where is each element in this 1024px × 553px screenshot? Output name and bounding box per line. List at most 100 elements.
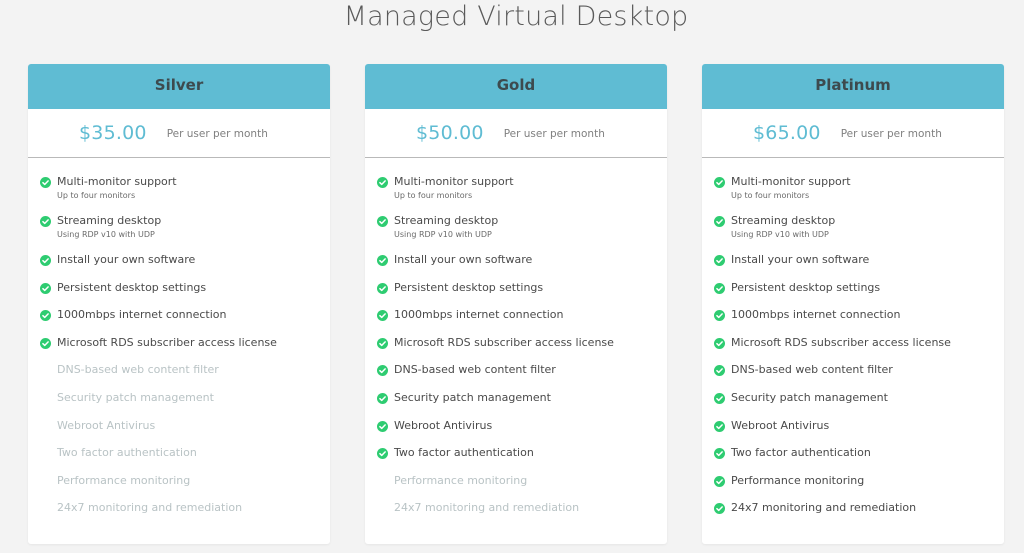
feature-item: Webroot Antivirus <box>28 419 330 447</box>
feature-list: Multi-monitor support Up to four monitors… <box>702 158 1004 529</box>
check-circle-icon <box>377 448 388 460</box>
feature-sublabel: Using RDP v10 with UDP <box>731 230 829 239</box>
feature-item: Microsoft RDS subscriber access license <box>365 336 667 364</box>
plan-card-silver: Silver $35.00 Per user per month Multi-m… <box>28 64 330 544</box>
plan-price-row: $65.00 Per user per month <box>702 109 1004 158</box>
feature-label: Security patch management <box>57 390 214 404</box>
feature-item: Microsoft RDS subscriber access license <box>28 336 330 364</box>
feature-item: Multi-monitor support Up to four monitors <box>702 175 1004 214</box>
check-circle-icon <box>377 310 388 322</box>
feature-item: Two factor authentication <box>365 446 667 474</box>
plan-card-gold: Gold $50.00 Per user per month Multi-mon… <box>365 64 667 544</box>
feature-item: Two factor authentication <box>702 446 1004 474</box>
check-circle-icon <box>714 177 725 188</box>
check-circle-icon <box>714 420 725 432</box>
feature-item: Performance monitoring <box>28 474 330 502</box>
pricing-cards: Silver $35.00 Per user per month Multi-m… <box>0 64 1024 553</box>
feature-label: Multi-monitor support <box>731 175 851 188</box>
feature-item: Security patch management <box>702 391 1004 419</box>
feature-sublabel: Up to four monitors <box>731 191 810 200</box>
feature-sublabel: Using RDP v10 with UDP <box>394 230 492 239</box>
feature-item: Performance monitoring <box>365 474 667 502</box>
plan-name: Platinum <box>702 64 1004 109</box>
feature-label: Install your own software <box>731 253 870 266</box>
feature-item: Security patch management <box>28 391 330 419</box>
feature-label: Two factor authentication <box>57 446 197 460</box>
feature-label: 24x7 monitoring and remediation <box>394 501 580 515</box>
feature-label: Install your own software <box>394 253 533 266</box>
plan-price: $50.00 <box>416 122 484 144</box>
feature-label: 1000mbps internet connection <box>57 308 227 322</box>
check-circle-icon <box>40 177 51 188</box>
plan-period: Per user per month <box>503 127 605 140</box>
feature-label: Microsoft RDS subscriber access license <box>394 335 614 349</box>
check-circle-icon <box>377 337 388 349</box>
feature-label: Security patch management <box>731 390 888 404</box>
feature-label: Multi-monitor support <box>394 175 514 188</box>
check-circle-icon <box>40 282 51 294</box>
feature-label: Streaming desktop <box>57 214 162 227</box>
check-circle-icon <box>714 392 725 404</box>
feature-label: Persistent desktop settings <box>57 280 207 294</box>
page-title: Managed Virtual Desktop <box>343 1 689 32</box>
check-circle-icon <box>377 282 388 294</box>
feature-label: DNS-based web content filter <box>394 363 556 377</box>
check-circle-icon <box>377 255 388 266</box>
feature-item: 1000mbps internet connection <box>702 308 1004 336</box>
check-circle-icon <box>377 420 388 432</box>
feature-sublabel: Using RDP v10 with UDP <box>57 230 155 239</box>
feature-item: Security patch management <box>365 391 667 419</box>
feature-label: DNS-based web content filter <box>57 363 219 377</box>
check-circle-icon <box>40 337 51 349</box>
check-circle-icon <box>714 337 725 349</box>
feature-item: Persistent desktop settings <box>702 281 1004 309</box>
feature-item: Performance monitoring <box>702 474 1004 502</box>
feature-label: Microsoft RDS subscriber access license <box>731 335 951 349</box>
feature-label: Security patch management <box>394 390 551 404</box>
feature-label: Performance monitoring <box>57 473 191 487</box>
feature-label: Streaming desktop <box>731 214 836 227</box>
plan-card-platinum: Platinum $65.00 Per user per month Multi… <box>702 64 1004 544</box>
check-circle-icon <box>714 448 725 460</box>
feature-label: 1000mbps internet connection <box>394 308 564 322</box>
feature-label: Persistent desktop settings <box>394 280 544 294</box>
feature-item: Microsoft RDS subscriber access license <box>702 336 1004 364</box>
feature-label: Performance monitoring <box>731 473 865 487</box>
feature-item: Two factor authentication <box>28 446 330 474</box>
check-circle-icon <box>40 310 51 322</box>
feature-label: Webroot Antivirus <box>394 418 493 432</box>
feature-item: Webroot Antivirus <box>702 419 1004 447</box>
check-circle-icon <box>714 282 725 294</box>
pricing-page: Managed Virtual Desktop Silver $35.00 Pe… <box>0 0 1024 553</box>
check-circle-icon <box>377 392 388 404</box>
check-circle-icon <box>377 365 388 377</box>
feature-label: Webroot Antivirus <box>731 418 830 432</box>
plan-price-row: $50.00 Per user per month <box>365 109 667 158</box>
feature-label: Persistent desktop settings <box>731 280 881 294</box>
plan-price-row: $35.00 Per user per month <box>28 109 330 158</box>
feature-label: 24x7 monitoring and remediation <box>731 501 917 515</box>
check-circle-icon <box>714 255 725 266</box>
feature-item: DNS-based web content filter <box>702 363 1004 391</box>
feature-sublabel: Up to four monitors <box>394 191 473 200</box>
check-circle-icon <box>40 216 51 227</box>
check-circle-icon <box>377 216 388 227</box>
check-circle-icon <box>377 177 388 188</box>
feature-label: 24x7 monitoring and remediation <box>57 501 243 515</box>
feature-sublabel: Up to four monitors <box>57 191 136 200</box>
feature-item: 24x7 monitoring and remediation <box>365 501 667 529</box>
feature-label: Webroot Antivirus <box>57 418 156 432</box>
feature-item: Install your own software <box>365 253 667 281</box>
plan-price: $65.00 <box>753 122 821 144</box>
feature-item: Persistent desktop settings <box>28 281 330 309</box>
feature-item: DNS-based web content filter <box>365 363 667 391</box>
feature-item: 1000mbps internet connection <box>28 308 330 336</box>
feature-label: Multi-monitor support <box>57 175 177 188</box>
feature-item: Install your own software <box>28 253 330 281</box>
check-circle-icon <box>40 255 51 266</box>
plan-name: Gold <box>365 64 667 109</box>
check-circle-icon <box>714 365 725 377</box>
feature-list: Multi-monitor support Up to four monitors… <box>365 158 667 529</box>
feature-item: Persistent desktop settings <box>365 281 667 309</box>
feature-list: Multi-monitor support Up to four monitors… <box>28 158 330 529</box>
